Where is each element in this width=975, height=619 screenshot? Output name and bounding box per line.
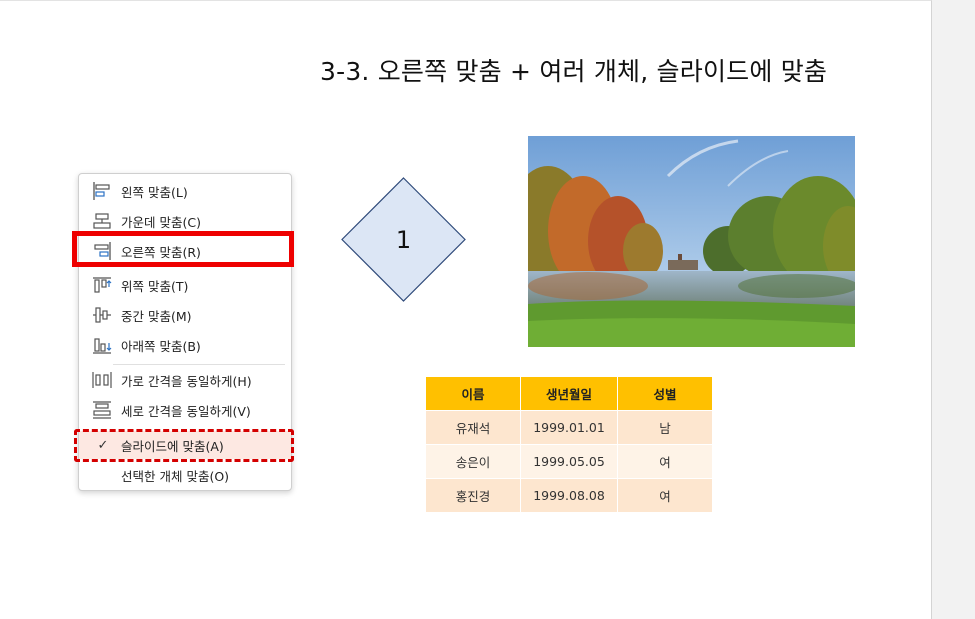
table-header-row: 이름 생년월일 성별 [425, 376, 713, 411]
align-center-icon [91, 211, 115, 231]
menu-item-distribute-horizontal[interactable]: 가로 간격을 동일하게(H) [79, 366, 291, 394]
menu-item-align-bottom[interactable]: 아래쪽 맞춤(B) [79, 331, 291, 359]
menu-item-label: 아래쪽 맞춤(B) [121, 338, 201, 354]
menu-item-label: 중간 맞춤(M) [121, 308, 192, 324]
table-cell: 1999.01.01 [520, 410, 618, 445]
menu-item-label: 왼쪽 맞춤(L) [121, 184, 188, 200]
menu-item-align-middle[interactable]: 중간 맞춤(M) [79, 301, 291, 329]
table-cell: 여 [617, 444, 713, 479]
menu-item-label: 세로 간격을 동일하게(V) [121, 403, 251, 419]
table-header-cell: 성별 [617, 376, 713, 411]
menu-item-label: 가운데 맞춤(C) [121, 214, 201, 230]
table-cell: 홍진경 [425, 478, 521, 513]
table-cell: 유재석 [425, 410, 521, 445]
table-header-cell: 생년월일 [520, 376, 618, 411]
table-cell: 송은이 [425, 444, 521, 479]
menu-item-align-top[interactable]: 위쪽 맞춤(T) [79, 271, 291, 299]
table-row: 송은이 1999.05.05 여 [425, 444, 713, 479]
align-bottom-icon [91, 335, 115, 355]
diamond-text: 1 [395, 225, 412, 254]
align-middle-icon [91, 305, 115, 325]
menu-item-label: 선택한 개체 맞춤(O) [121, 468, 230, 484]
diamond-shape[interactable]: 1 [341, 177, 466, 302]
distribute-horizontal-icon [91, 370, 115, 390]
align-left-icon [91, 181, 115, 201]
menu-item-distribute-vertical[interactable]: 세로 간격을 동일하게(V) [79, 396, 291, 424]
align-top-icon [91, 275, 115, 295]
highlight-box-dashed [74, 429, 294, 462]
table-row: 유재석 1999.01.01 남 [425, 410, 713, 445]
landscape-illustration [528, 136, 855, 347]
slide-canvas: 3-3. 오른쪽 맞춤 + 여러 개체, 슬라이드에 맞춤 1 이름 생년월일 … [0, 0, 932, 619]
slide-title: 3-3. 오른쪽 맞춤 + 여러 개체, 슬라이드에 맞춤 [320, 57, 828, 86]
menu-separator [113, 364, 285, 365]
data-table[interactable]: 이름 생년월일 성별 유재석 1999.01.01 남 송은이 1999.05.… [425, 376, 713, 513]
table-row: 홍진경 1999.08.08 여 [425, 478, 713, 513]
landscape-photo[interactable] [528, 136, 855, 347]
right-scroll-pane [932, 0, 975, 619]
highlight-box-solid [72, 231, 294, 267]
menu-item-align-left[interactable]: 왼쪽 맞춤(L) [79, 177, 291, 205]
table-cell: 여 [617, 478, 713, 513]
menu-item-align-selected-objects[interactable]: 선택한 개체 맞춤(O) [79, 461, 291, 489]
distribute-vertical-icon [91, 400, 115, 420]
menu-item-label: 가로 간격을 동일하게(H) [121, 373, 252, 389]
table-cell: 1999.08.08 [520, 478, 618, 513]
table-cell: 남 [617, 410, 713, 445]
menu-item-label: 위쪽 맞춤(T) [121, 278, 189, 294]
table-cell: 1999.05.05 [520, 444, 618, 479]
table-header-cell: 이름 [425, 376, 521, 411]
